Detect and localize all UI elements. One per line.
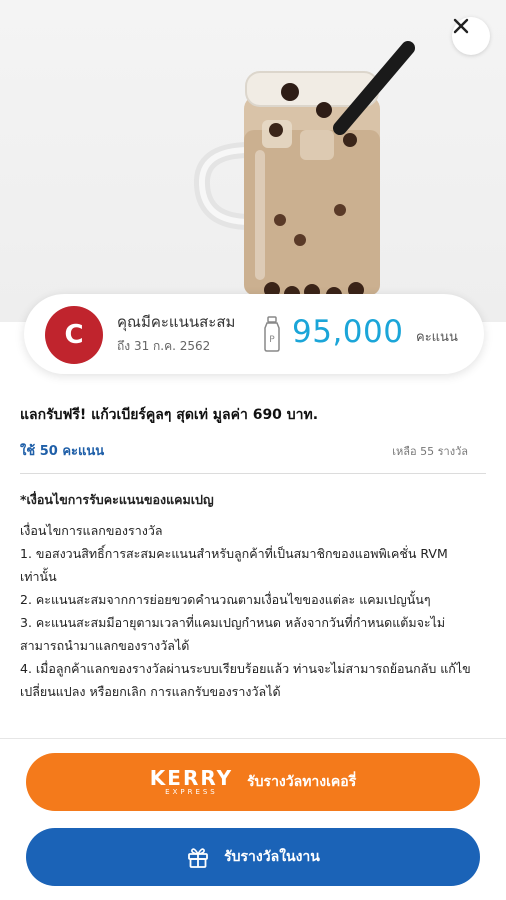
bottle-icon: P (264, 316, 280, 352)
terms-line: เงื่อนไขการแลกของรางวัล (20, 523, 163, 538)
brand-avatar: C (45, 306, 103, 364)
footer-divider (0, 738, 506, 739)
close-button[interactable] (452, 17, 490, 55)
gift-icon (188, 848, 209, 868)
remaining-rewards: เหลือ 55 รางวัล (392, 445, 468, 458)
terms-heading: *เงื่อนไขการรับคะแนนของแคมเปญ (20, 492, 214, 507)
points-expiry: ถึง 31 ก.ค. 2562 (117, 339, 211, 353)
divider (20, 473, 486, 474)
terms-line: 2. คะแนนสะสมจากการย่อยขวดคำนวณตามเงื่อนไ… (20, 592, 431, 607)
terms-line: 1. ขอสงวนสิทธิ์การสะสมคะแนนสำหรับลูกค้าท… (20, 546, 448, 584)
kerry-logo: KERRY EXPRESS (149, 766, 234, 796)
required-points: ใช้ 50 คะแนน (20, 444, 105, 459)
campaign-terms: *เงื่อนไขการรับคะแนนของแคมเปญ เงื่อนไขกา… (20, 488, 486, 703)
kerry-button-label: รับรางวัลทางเคอรี่ (247, 774, 357, 790)
reward-hero-image (0, 0, 506, 322)
terms-line: 4. เมื่อลูกค้าแลกของรางวัลผ่านระบบเรียบร… (20, 661, 471, 699)
kerry-delivery-button[interactable]: KERRY EXPRESS รับรางวัลทางเคอรี่ (26, 753, 480, 811)
reward-title: แลกรับฟรี! แก้วเบียร์คูลๆ สุดเท่ มูลค่า … (20, 407, 319, 423)
points-unit: คะแนน (416, 330, 458, 345)
points-value: 95,000 (292, 314, 404, 350)
close-icon (453, 18, 469, 34)
points-title: คุณมีคะแนนสะสม (117, 313, 236, 331)
event-button-label: รับรางวัลในงาน (224, 849, 320, 865)
svg-text:P: P (269, 335, 275, 345)
milk-tea-illustration (193, 41, 415, 303)
points-summary-card: C คุณมีคะแนนสะสม ถึง 31 ก.ค. 2562 P 95,0… (24, 294, 484, 374)
event-pickup-button[interactable]: รับรางวัลในงาน (26, 828, 480, 886)
terms-line: 3. คะแนนสะสมมีอายุตามเวลาที่แคมเปญกำหนด … (20, 615, 446, 653)
